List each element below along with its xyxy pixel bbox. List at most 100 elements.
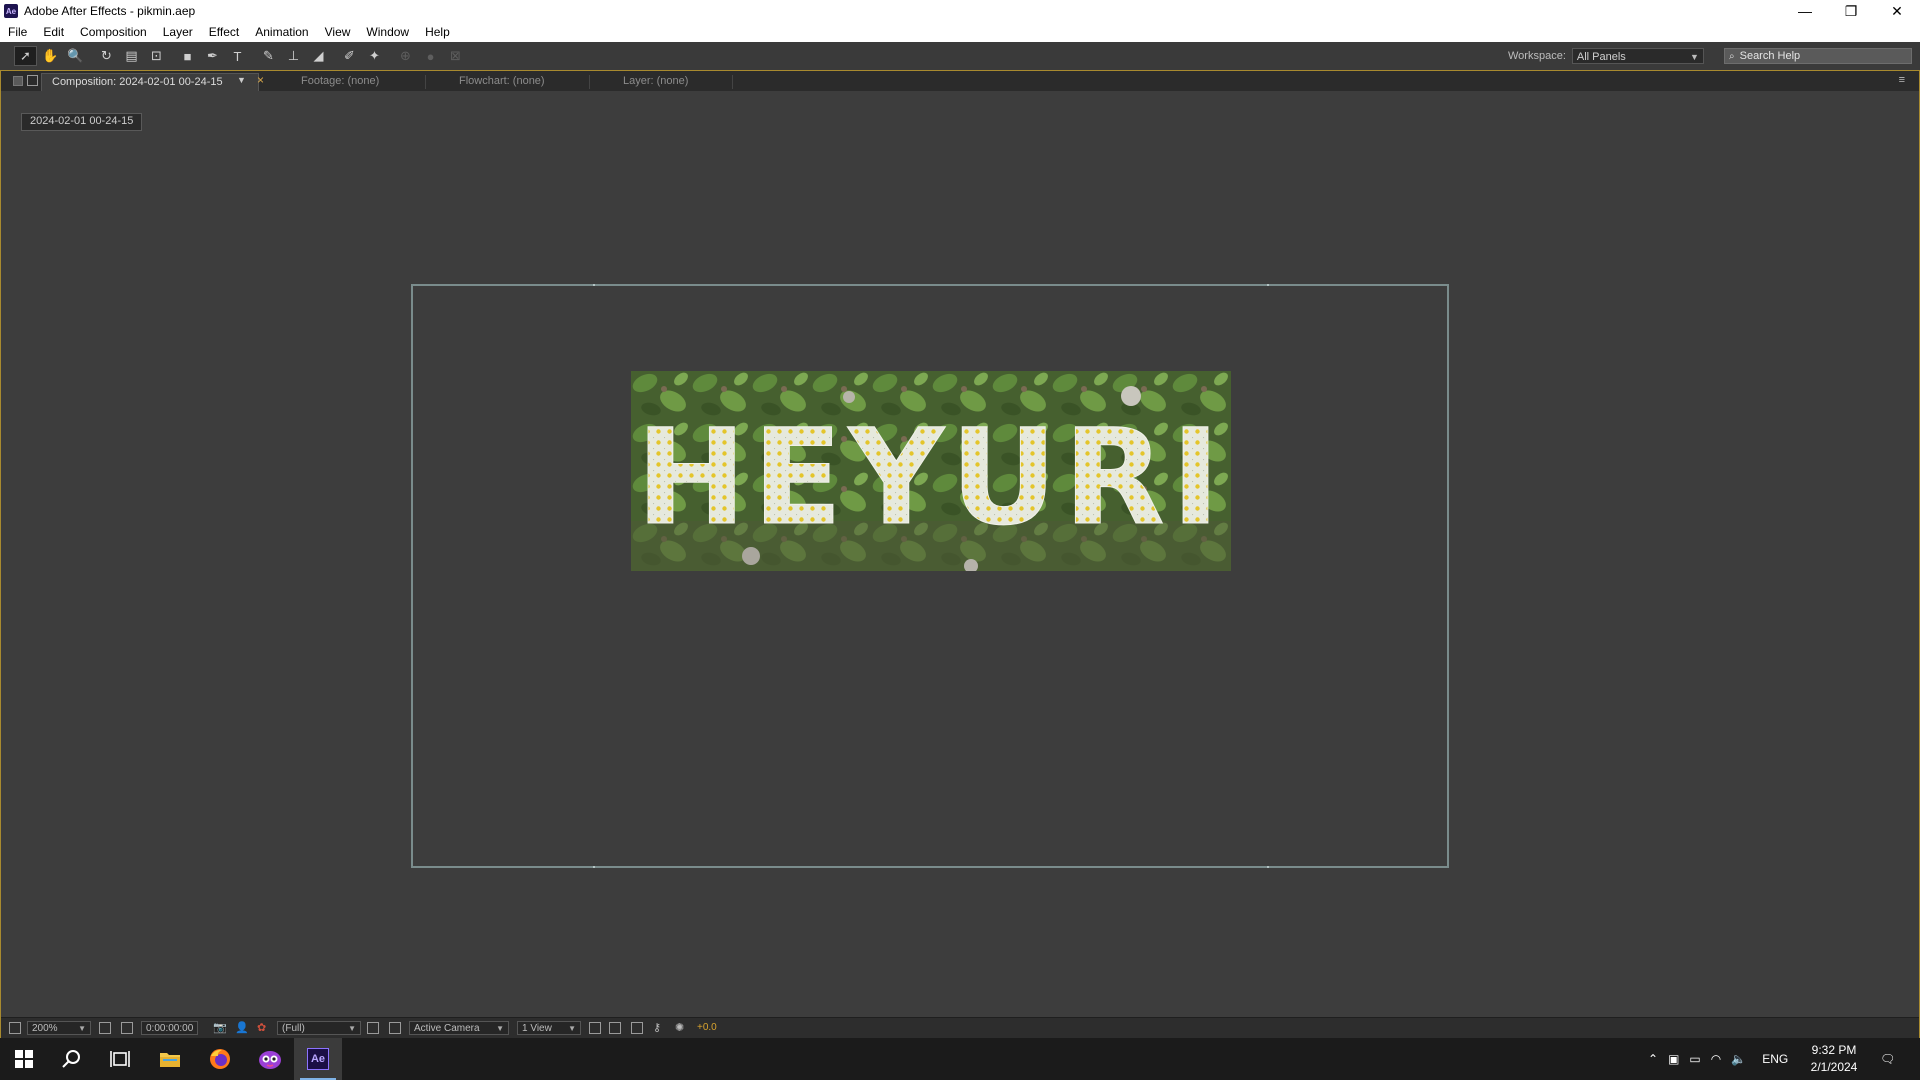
menu-help[interactable]: Help — [417, 25, 458, 39]
world-axis-icon[interactable]: ● — [419, 46, 442, 66]
search-button[interactable] — [48, 1038, 96, 1080]
menu-window[interactable]: Window — [358, 25, 417, 39]
lock-icon[interactable] — [27, 75, 38, 86]
local-axis-icon[interactable]: ⊕ — [394, 46, 417, 66]
channel-icon[interactable]: ✿ — [257, 1021, 266, 1035]
menu-layer[interactable]: Layer — [155, 25, 201, 39]
tab-flowchart[interactable]: Flowchart: (none) — [449, 73, 555, 91]
composition-breadcrumb[interactable]: 2024-02-01 00-24-15 — [21, 113, 143, 131]
composition-panel: Composition: 2024-02-01 00-24-15 ▼ × Foo… — [0, 70, 1920, 1038]
menu-composition[interactable]: Composition — [72, 25, 155, 39]
chevron-down-icon: ▼ — [568, 1024, 576, 1033]
tab-composition-label: Composition: 2024-02-01 00-24-15 — [52, 76, 223, 88]
composition-dropdown-icon[interactable]: ▼ — [237, 75, 246, 85]
footage-image: HEYURI — [631, 371, 1231, 571]
pan-behind-tool[interactable]: ⊡ — [145, 46, 168, 66]
brush-tool[interactable]: ✎ — [257, 46, 280, 66]
menu-effect[interactable]: Effect — [201, 25, 247, 39]
windows-icon — [15, 1050, 33, 1068]
system-clock[interactable]: 9:32 PM 2/1/2024 — [1794, 1042, 1874, 1076]
composition-viewer[interactable]: 2024-02-01 00-24-15 HEYURI — [1, 91, 1919, 1017]
firefox-button[interactable] — [196, 1038, 244, 1080]
magnification-dropdown[interactable]: 200% ▼ — [27, 1021, 91, 1035]
volume-icon[interactable]: 🔈 — [1731, 1052, 1746, 1066]
close-tab-icon[interactable]: × — [257, 73, 264, 87]
show-hidden-icons-icon[interactable]: ⌃ — [1648, 1052, 1658, 1066]
tools-panel: ➚ ✋ 🔍 ↻ ▤ ⊡ ■ ✒ T ✎ ⊥ ◢ ✐ ✦ ⊕ ● ⊠ Workspace: All Panels … — [0, 42, 1920, 71]
zoom-tool[interactable]: 🔍 — [64, 46, 87, 66]
rotation-tool[interactable]: ↻ — [95, 46, 118, 66]
mask-visibility-icon[interactable] — [121, 1022, 133, 1034]
camera-view-dropdown[interactable]: Active Camera ▼ — [409, 1021, 509, 1035]
view-layout-dropdown[interactable]: 1 View ▼ — [517, 1021, 581, 1035]
always-preview-icon[interactable] — [9, 1022, 21, 1034]
puppet-pin-tool[interactable]: ✦ — [363, 46, 386, 66]
daisy-letters-image: HEYURI — [631, 371, 1231, 571]
input-language[interactable]: ENG — [1762, 1052, 1788, 1066]
panel-options-icon[interactable]: ≡ — [1899, 74, 1905, 86]
search-icon: ⌕ — [1729, 50, 1735, 62]
battery-icon[interactable]: ▭ — [1689, 1052, 1700, 1066]
tab-composition[interactable]: Composition: 2024-02-01 00-24-15 — [41, 73, 259, 91]
chevron-down-icon: ▼ — [496, 1024, 504, 1033]
pen-tool[interactable]: ✒ — [201, 46, 224, 66]
frame-marker — [1267, 866, 1269, 868]
safe-margins-icon[interactable] — [99, 1022, 111, 1034]
minimize-button[interactable]: — — [1782, 0, 1828, 22]
workspace-value: All Panels — [1576, 51, 1626, 63]
hand-tool[interactable]: ✋ — [39, 46, 62, 66]
chevron-down-icon: ▼ — [348, 1024, 356, 1033]
workspace-dropdown[interactable]: All Panels ▼ — [1571, 48, 1704, 64]
toggle-pixel-aspect-icon[interactable] — [589, 1022, 601, 1034]
after-effects-icon: Ae — [307, 1048, 329, 1070]
tab-divider — [425, 75, 426, 89]
timecode-value: 0:00:00:00 — [146, 1023, 194, 1034]
task-view-button[interactable] — [96, 1038, 144, 1080]
show-snapshot-icon[interactable]: 👤 — [235, 1021, 249, 1035]
view-axis-icon[interactable]: ⊠ — [444, 46, 467, 66]
selection-tool[interactable]: ➚ — [14, 46, 37, 66]
after-effects-taskbar-button[interactable]: Ae — [294, 1038, 342, 1080]
menu-edit[interactable]: Edit — [35, 25, 72, 39]
title-bar: Ae Adobe After Effects - pikmin.aep — ❐ … — [0, 0, 1920, 22]
menu-file[interactable]: File — [0, 25, 35, 39]
notification-icon: 🗨 — [1880, 1052, 1896, 1066]
timeline-icon[interactable] — [631, 1022, 643, 1034]
eraser-tool[interactable]: ◢ — [307, 46, 330, 66]
file-explorer-button[interactable] — [146, 1038, 194, 1080]
region-of-interest-icon[interactable] — [367, 1022, 379, 1034]
menu-animation[interactable]: Animation — [247, 25, 316, 39]
transparency-grid-icon[interactable] — [389, 1022, 401, 1034]
firefox-icon — [210, 1049, 230, 1069]
close-button[interactable]: ✕ — [1874, 0, 1920, 22]
start-button[interactable] — [0, 1038, 48, 1080]
network-drive-icon[interactable]: ▣ — [1668, 1052, 1679, 1066]
restore-button[interactable]: ❐ — [1828, 0, 1874, 22]
notifications-button[interactable]: 🗨 — [1880, 1038, 1895, 1080]
resolution-dropdown[interactable]: (Full) ▼ — [277, 1021, 361, 1035]
search-help-input[interactable]: ⌕ Search Help — [1724, 48, 1912, 64]
panel-menu-toggle[interactable] — [13, 76, 23, 86]
clone-stamp-tool[interactable]: ⊥ — [282, 46, 305, 66]
wifi-icon[interactable]: ◠ — [1711, 1052, 1721, 1066]
tool-buttons: ➚ ✋ 🔍 ↻ ▤ ⊡ ■ ✒ T ✎ ⊥ ◢ ✐ ✦ ⊕ ● ⊠ — [14, 46, 467, 66]
flowchart-icon[interactable]: ⚷ — [653, 1021, 661, 1035]
roto-brush-tool[interactable]: ✐ — [338, 46, 361, 66]
media-app-button[interactable] — [246, 1038, 294, 1080]
menu-view[interactable]: View — [317, 25, 359, 39]
exposure-value[interactable]: +0.0 — [697, 1021, 717, 1035]
current-time-field[interactable]: 0:00:00:00 — [141, 1021, 199, 1035]
tab-layer[interactable]: Layer: (none) — [613, 73, 698, 91]
tab-layer-label: Layer: (none) — [623, 75, 689, 87]
windows-taskbar: Ae ⌃ ▣ ▭ ◠ 🔈 ENG 9:32 PM 2/1/2024 🗨 — [0, 1038, 1920, 1080]
exposure-icon[interactable]: ✺ — [675, 1021, 684, 1035]
rectangle-tool[interactable]: ■ — [176, 46, 199, 66]
tab-footage-label: Footage: (none) — [301, 75, 380, 87]
viewer-controls-bar: 200% ▼ 0:00:00:00 📷 👤 ✿ (Full) ▼ Active … — [1, 1017, 1919, 1038]
unified-camera-tool[interactable]: ▤ — [120, 46, 143, 66]
tab-footage[interactable]: Footage: (none) — [291, 73, 389, 91]
snapshot-icon[interactable]: 📷 — [213, 1021, 227, 1035]
mascot-app-icon — [259, 1051, 281, 1069]
fast-previews-icon[interactable] — [609, 1022, 621, 1034]
type-tool[interactable]: T — [226, 46, 249, 66]
